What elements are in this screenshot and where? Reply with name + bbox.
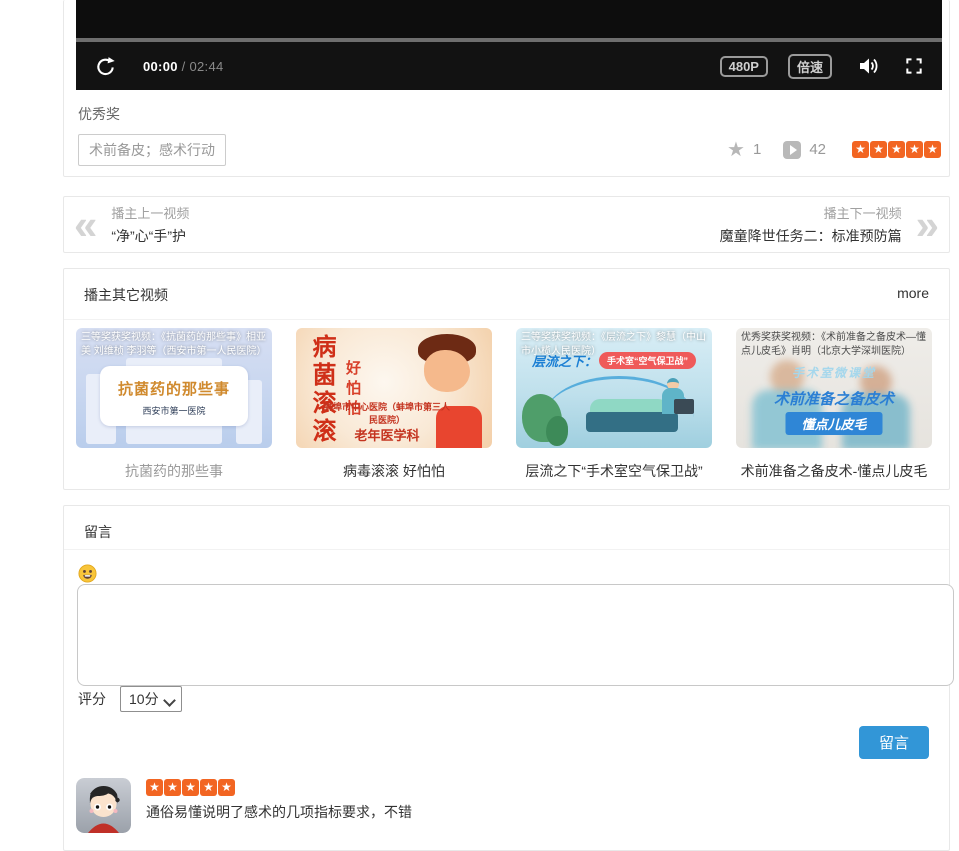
rating-star-icon: ★ <box>852 141 869 158</box>
other-videos-card: 播主其它视频 more 抗菌药的那些事 西安市第一医院 三等奖获奖视频：《抗菌药… <box>63 268 950 490</box>
section-divider <box>64 319 949 320</box>
rating-star-icon: ★ <box>870 141 887 158</box>
rating-star-icon: ★ <box>200 779 217 796</box>
thumbnail-tagline: 手术室微课堂 <box>736 364 932 381</box>
thumbnail-subtitle: 蚌埠市中心医院（蚌埠市第三人民医院） <box>322 400 452 426</box>
thumbnail-subtitle: 西安市第一医院 <box>100 404 248 417</box>
video-rating-stars: ★ ★ ★ ★ ★ <box>852 141 941 158</box>
rating-star-icon: ★ <box>182 779 199 796</box>
rating-star-icon: ★ <box>164 779 181 796</box>
award-label: 优秀奖 <box>78 104 120 124</box>
comments-title: 留言 <box>84 522 112 542</box>
current-time: 00:00 <box>143 59 178 74</box>
replay-icon <box>94 55 117 78</box>
video-player: 00:00 / 02:44 480P 倍速 <box>76 0 942 90</box>
video-item[interactable]: 病菌滚滚 好怕怕 蚌埠市中心医院（蚌埠市第三人民医院） 老年医学科 病毒滚滚 好… <box>296 328 492 481</box>
video-title[interactable]: 层流之下“手术室空气保卫战” <box>516 461 712 481</box>
video-tag[interactable]: 术前备皮；感术行动 <box>78 134 226 166</box>
play-count-icon <box>783 141 801 159</box>
video-title[interactable]: 术前准备之备皮术-懂点儿皮毛 <box>736 461 932 481</box>
thumbnail-caption: 三等奖获奖视频：《抗菌药的那些事》相亚美 刘维桢 李羽等（西安市第一人民医院） <box>76 328 272 361</box>
video-item[interactable]: 优秀奖获奖视频：《术前准备之备皮术—懂点儿皮毛》肖明（北京大学深圳医院） 手术室… <box>736 328 932 481</box>
time-separator: / <box>178 59 190 74</box>
smiley-icon <box>78 564 97 583</box>
rating-star-icon: ★ <box>218 779 235 796</box>
comment-rating-stars: ★ ★ ★ ★ ★ <box>146 779 412 796</box>
video-item[interactable]: 抗菌药的那些事 西安市第一医院 三等奖获奖视频：《抗菌药的那些事》相亚美 刘维桢… <box>76 328 272 481</box>
thumbnail-badge: 懂点儿皮毛 <box>785 412 882 435</box>
fullscreen-button[interactable] <box>904 56 924 76</box>
submit-comment-button[interactable]: 留言 <box>859 726 929 759</box>
play-count: 42 <box>809 141 826 158</box>
thumbnail-title: 抗菌药的那些事 <box>100 378 248 399</box>
duration: 02:44 <box>190 59 224 74</box>
comment-text: 通俗易懂说明了感术的几项指标要求，不错 <box>146 802 412 822</box>
video-tag-row: 术前备皮；感术行动 ★ 1 42 ★ ★ ★ ★ ★ <box>78 135 941 164</box>
next-video-label: 播主下一视频 <box>720 203 902 222</box>
prev-next-card: « 播主上一视频 “净”心“手”护 播主下一视频 魔童降世任务二：标准预防篇 » <box>63 196 950 253</box>
video-card: 00:00 / 02:44 480P 倍速 优秀奖 术前备皮；感 <box>63 0 950 177</box>
comment-item: ★ ★ ★ ★ ★ 通俗易懂说明了感术的几项指标要求，不错 <box>76 778 412 833</box>
rating-select[interactable]: 10分 <box>120 686 182 712</box>
next-video-title: 魔童降世任务二：标准预防篇 <box>720 226 902 246</box>
double-chevron-right-icon: » <box>916 205 939 245</box>
rating-star-icon: ★ <box>924 141 941 158</box>
thumbnail-row: 抗菌药的那些事 西安市第一医院 三等奖获奖视频：《抗菌药的那些事》相亚美 刘维桢… <box>76 328 932 481</box>
comment-input[interactable] <box>77 584 954 686</box>
replay-button[interactable] <box>94 55 117 78</box>
prev-video-link[interactable]: « 播主上一视频 “净”心“手”护 <box>74 203 203 246</box>
video-screen[interactable] <box>76 0 942 38</box>
thumbnail-subtitle: 老年医学科 <box>322 425 452 444</box>
quality-button[interactable]: 480P <box>720 56 768 77</box>
thumbnail-caption: 三等奖获奖视频：《层流之下》黎慧（中山市小榄人民医院） <box>516 328 712 361</box>
video-stats: ★ 1 42 ★ ★ ★ ★ ★ <box>727 140 941 160</box>
double-chevron-left-icon: « <box>74 205 97 245</box>
other-videos-title: 播主其它视频 <box>84 285 168 305</box>
section-divider <box>64 549 949 550</box>
thumbnail-title-panel: 抗菌药的那些事 西安市第一医院 <box>100 366 248 426</box>
avatar <box>76 778 131 833</box>
rating-row: 评分 10分 <box>78 686 182 712</box>
volume-icon <box>856 54 880 78</box>
video-thumbnail[interactable]: 优秀奖获奖视频：《术前准备之备皮术—懂点儿皮毛》肖明（北京大学深圳医院） 手术室… <box>736 328 932 448</box>
video-thumbnail[interactable]: 病菌滚滚 好怕怕 蚌埠市中心医院（蚌埠市第三人民医院） 老年医学科 <box>296 328 492 448</box>
favorite-star-icon[interactable]: ★ <box>727 140 745 160</box>
comments-card: 留言 评分 10分 留言 <box>63 505 950 851</box>
speed-button[interactable]: 倍速 <box>788 54 832 79</box>
video-thumbnail[interactable]: 抗菌药的那些事 西安市第一医院 三等奖获奖视频：《抗菌药的那些事》相亚美 刘维桢… <box>76 328 272 448</box>
rating-label: 评分 <box>78 689 106 709</box>
thumbnail-title: 术前准备之备皮术 <box>736 388 932 409</box>
fullscreen-icon <box>904 56 924 76</box>
prev-video-label: 播主上一视频 <box>111 203 189 222</box>
prev-video-title: “净”心“手”护 <box>111 226 189 246</box>
video-item[interactable]: 三等奖获奖视频：《层流之下》黎慧（中山市小榄人民医院） 层流之下：手术室“空气保… <box>516 328 712 481</box>
time-display: 00:00 / 02:44 <box>143 59 224 74</box>
favorite-count: 1 <box>753 141 761 158</box>
thumbnail-caption: 优秀奖获奖视频：《术前准备之备皮术—懂点儿皮毛》肖明（北京大学深圳医院） <box>736 328 932 361</box>
rating-star-icon: ★ <box>888 141 905 158</box>
video-title[interactable]: 抗菌药的那些事 <box>76 461 272 481</box>
more-link[interactable]: more <box>897 285 929 301</box>
next-video-link[interactable]: 播主下一视频 魔童降世任务二：标准预防篇 » <box>706 203 939 246</box>
video-title[interactable]: 病毒滚滚 好怕怕 <box>296 461 492 481</box>
volume-button[interactable] <box>856 54 880 78</box>
player-controls: 00:00 / 02:44 480P 倍速 <box>76 42 942 90</box>
rating-star-icon: ★ <box>906 141 923 158</box>
rating-star-icon: ★ <box>146 779 163 796</box>
video-thumbnail[interactable]: 三等奖获奖视频：《层流之下》黎慧（中山市小榄人民医院） 层流之下：手术室“空气保… <box>516 328 712 448</box>
